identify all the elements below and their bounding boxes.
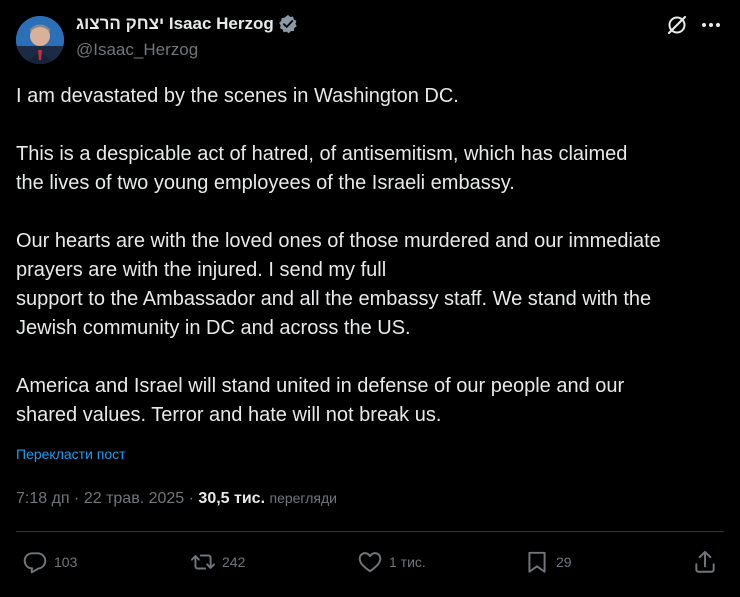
repost-icon (190, 554, 216, 570)
translate-post-link[interactable]: Перекласти пост (16, 446, 126, 462)
tweet-line: This is a despicable act of hatred, of a… (16, 143, 628, 165)
meta-separator: · (74, 490, 80, 507)
avatar[interactable] (16, 16, 64, 64)
tweet-line: Our hearts are with the loved ones of th… (16, 230, 661, 252)
tweet-line: the lives of two young employees of the … (16, 172, 515, 194)
tweet-line: support to the Ambassador and all the em… (16, 288, 652, 310)
tweet-date[interactable]: 22 трав. 2025 (84, 490, 184, 507)
tweet-line: prayers are with the injured. I send my … (16, 259, 387, 281)
like-count: 1 тис. (389, 554, 426, 570)
avatar-image (16, 16, 64, 64)
reply-button[interactable]: 103 (22, 549, 77, 575)
like-button[interactable]: 1 тис. (357, 549, 426, 575)
verified-badge-icon (278, 14, 298, 34)
reply-count: 103 (54, 554, 78, 570)
tweet-time[interactable]: 7:18 дп (16, 490, 70, 507)
bookmark-button[interactable]: 29 (524, 549, 572, 575)
author-row: יצחק הרצוג Isaac Herzog (76, 14, 298, 34)
repost-count: 242 (222, 554, 246, 570)
tweet-line: shared values. Terror and hate will not … (16, 404, 442, 426)
bookmark-icon (528, 551, 546, 573)
author-handle[interactable]: @Isaac_Herzog (76, 40, 198, 60)
tweet-line: I am devastated by the scenes in Washing… (16, 85, 459, 107)
views-label: перегляди (269, 490, 337, 506)
repost-button[interactable]: 242 (190, 549, 245, 575)
bookmark-count: 29 (556, 554, 572, 570)
divider (16, 531, 724, 532)
more-icon[interactable] (698, 14, 724, 36)
like-icon (358, 552, 382, 573)
share-icon (695, 550, 715, 573)
meta-separator: · (188, 490, 194, 507)
reply-icon (23, 552, 47, 574)
tweet-line: America and Israel will stand united in … (16, 375, 625, 397)
author-display-name[interactable]: יצחק הרצוג Isaac Herzog (76, 14, 274, 34)
tweet-line: Jewish community in DC and across the US… (16, 317, 411, 339)
grok-icon[interactable] (666, 14, 688, 36)
tweet-text: I am devastated by the scenes in Washing… (16, 82, 728, 430)
views-count: 30,5 тис. (198, 490, 266, 507)
share-button[interactable] (692, 549, 718, 575)
tweet-meta: 7:18 дп · 22 трав. 2025 · 30,5 тис. пере… (16, 490, 337, 508)
